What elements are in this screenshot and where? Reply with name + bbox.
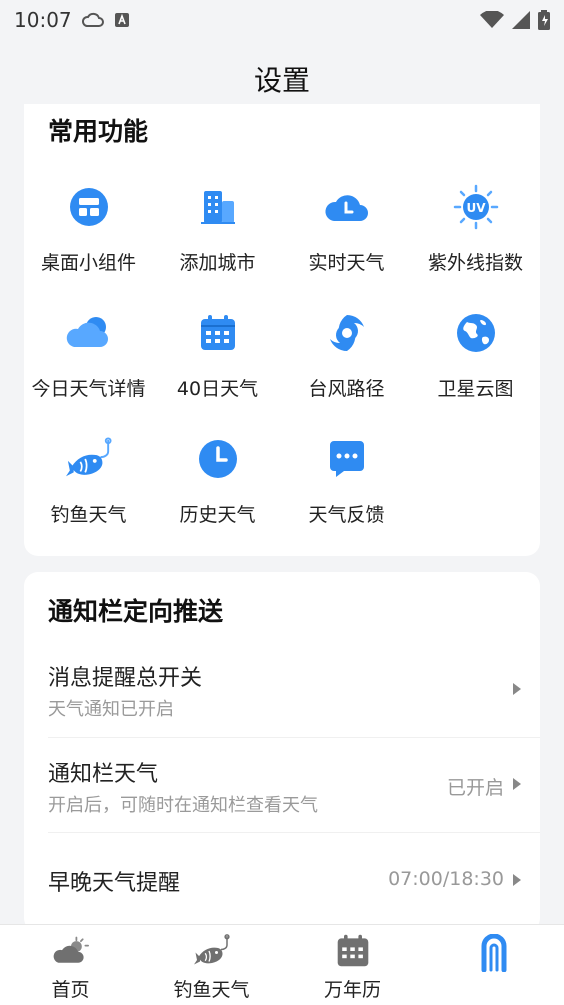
common-functions-title: 常用功能 bbox=[48, 117, 149, 146]
status-time: 10:07 bbox=[14, 8, 72, 32]
row-value: 07:00/18:30 bbox=[388, 868, 504, 890]
feature-typhoon-track[interactable]: 台风路径 bbox=[282, 302, 411, 428]
feature-desktop-widget[interactable]: 桌面小组件 bbox=[24, 176, 153, 302]
divider bbox=[48, 832, 540, 833]
cloud-moon-icon bbox=[66, 310, 112, 356]
clock-icon bbox=[195, 436, 241, 482]
row-subtitle: 开启后，可随时在通知栏查看天气 bbox=[48, 795, 318, 816]
feature-label: 历史天气 bbox=[179, 504, 256, 526]
fish-tab-icon bbox=[193, 933, 230, 969]
feature-label: 卫星云图 bbox=[437, 378, 514, 400]
calendar-tab-icon bbox=[335, 933, 371, 969]
notification-push-title: 通知栏定向推送 bbox=[48, 597, 224, 626]
feature-label: 40日天气 bbox=[176, 378, 259, 400]
feature-weather-feedback[interactable]: 天气反馈 bbox=[282, 428, 411, 554]
uv-sun-icon: UV bbox=[453, 184, 499, 230]
feature-label: 桌面小组件 bbox=[40, 252, 136, 274]
feature-uv-index[interactable]: UV 紫外线指数 bbox=[411, 176, 540, 302]
cloud-clock-icon bbox=[324, 184, 370, 230]
row-morning-evening-reminder[interactable]: 早晚天气提醒 07:00/18:30 bbox=[48, 865, 540, 905]
feature-realtime-weather[interactable]: 实时天气 bbox=[282, 176, 411, 302]
row-title: 通知栏天气 bbox=[48, 762, 159, 787]
wifi-icon bbox=[480, 11, 504, 28]
cloud-outline-icon bbox=[81, 12, 104, 27]
feature-fishing-weather[interactable]: 钓鱼天气 bbox=[24, 428, 153, 554]
bottom-tab-bar: 首页 钓鱼天气 万年历 bbox=[0, 924, 564, 1005]
feature-label: 实时天气 bbox=[308, 252, 385, 274]
tab-label: 万年历 bbox=[323, 979, 381, 1001]
feature-label: 紫外线指数 bbox=[427, 252, 523, 274]
battery-icon bbox=[538, 10, 550, 30]
status-bar: 10:07 bbox=[0, 0, 564, 40]
feature-label: 今日天气详情 bbox=[31, 378, 146, 400]
feature-label: 添加城市 bbox=[179, 252, 256, 274]
calendar-icon bbox=[195, 310, 241, 356]
row-subtitle: 天气通知已开启 bbox=[48, 699, 174, 720]
chevron-right-icon bbox=[513, 683, 521, 695]
feature-today-details[interactable]: 今日天气详情 bbox=[24, 302, 153, 428]
row-notification-bar-weather[interactable]: 通知栏天气 开启后，可随时在通知栏查看天气 已开启 bbox=[48, 756, 540, 826]
fish-icon bbox=[65, 436, 112, 482]
tab-label: 首页 bbox=[51, 979, 90, 1001]
feature-label: 钓鱼天气 bbox=[50, 504, 127, 526]
common-functions-card: 常用功能 桌面小组件 添加城市 实时天气 UV 紫外线指数 今日天气详情 40日… bbox=[24, 104, 540, 556]
function-grid: 桌面小组件 添加城市 实时天气 UV 紫外线指数 今日天气详情 40日天气 台风… bbox=[24, 176, 540, 554]
feature-40day-weather[interactable]: 40日天气 bbox=[153, 302, 282, 428]
notification-push-card: 通知栏定向推送 消息提醒总开关 天气通知已开启 通知栏天气 开启后，可随时在通知… bbox=[24, 572, 540, 932]
chevron-right-icon bbox=[513, 874, 521, 886]
tab-calendar[interactable]: 万年历 bbox=[282, 925, 423, 1005]
row-message-master-switch[interactable]: 消息提醒总开关 天气通知已开启 bbox=[48, 660, 540, 730]
feature-label: 台风路径 bbox=[308, 378, 385, 400]
feature-satellite-map[interactable]: 卫星云图 bbox=[411, 302, 540, 428]
tab-settings[interactable] bbox=[423, 925, 564, 1005]
feature-history-weather[interactable]: 历史天气 bbox=[153, 428, 282, 554]
divider bbox=[48, 737, 540, 738]
tab-label: 钓鱼天气 bbox=[173, 979, 250, 1001]
typhoon-icon bbox=[324, 310, 370, 356]
signal-icon bbox=[512, 11, 530, 29]
page-title: 设置 bbox=[253, 64, 310, 97]
chat-icon bbox=[324, 436, 370, 482]
app-a-icon bbox=[114, 13, 129, 27]
tab-fishing-weather[interactable]: 钓鱼天气 bbox=[141, 925, 282, 1005]
feature-label: 天气反馈 bbox=[308, 504, 385, 526]
row-value: 已开启 bbox=[446, 777, 504, 799]
tab-home[interactable]: 首页 bbox=[0, 925, 141, 1005]
weather-home-icon bbox=[53, 933, 89, 969]
globe-icon bbox=[453, 310, 499, 356]
settings-a-icon bbox=[476, 934, 512, 972]
row-title: 早晚天气提醒 bbox=[48, 871, 181, 896]
chevron-right-icon bbox=[513, 778, 521, 790]
building-icon bbox=[195, 184, 241, 230]
row-title: 消息提醒总开关 bbox=[48, 666, 203, 691]
svg-text:UV: UV bbox=[466, 201, 486, 215]
feature-add-city[interactable]: 添加城市 bbox=[153, 176, 282, 302]
widget-icon bbox=[66, 184, 112, 230]
